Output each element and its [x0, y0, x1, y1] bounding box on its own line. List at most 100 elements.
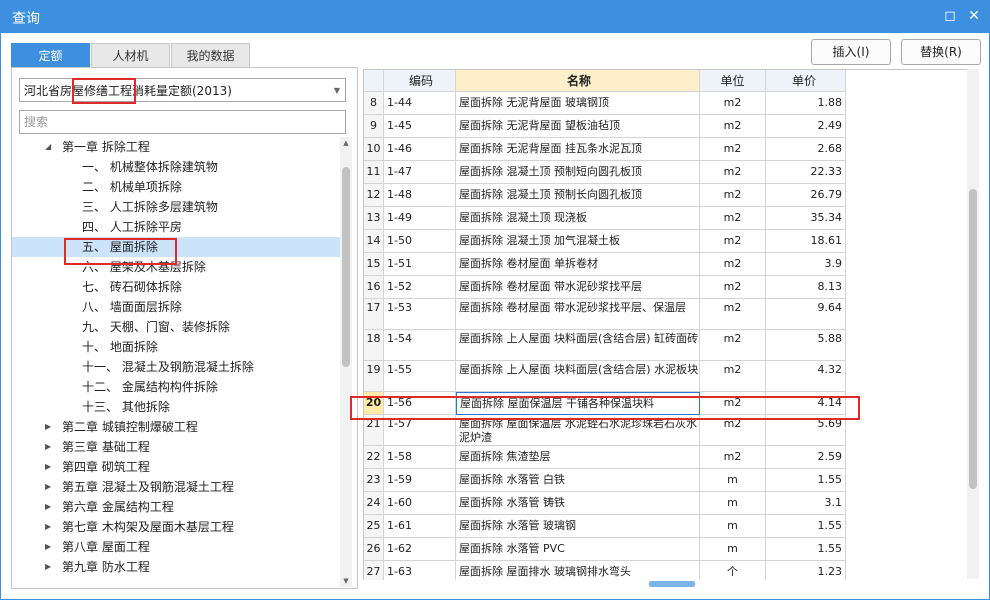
table-row[interactable]: 15 1-51 屋面拆除 卷材屋面 单拆卷材 m2 3.9: [364, 253, 846, 276]
scroll-down-icon[interactable]: ▼: [340, 575, 352, 587]
quota-code: 1-62: [384, 538, 456, 561]
tab-labor-material[interactable]: 人材机: [91, 43, 170, 69]
collapsed-triangle-icon[interactable]: ▶: [45, 557, 55, 577]
quota-unit: m2: [700, 276, 766, 299]
collapsed-triangle-icon[interactable]: ▶: [45, 437, 55, 457]
table-row[interactable]: 22 1-58 屋面拆除 焦渣垫层 m2 2.59: [364, 446, 846, 469]
quota-unit: m: [700, 515, 766, 538]
table-row[interactable]: 19 1-55 屋面拆除 上人屋面 块料面层(含结合层) 水泥板块 m2 4.32: [364, 361, 846, 392]
tab-my-data[interactable]: 我的数据: [171, 43, 250, 69]
quota-name: 屋面拆除 屋面保温层 干铺各种保温块料: [456, 392, 700, 415]
insert-button[interactable]: 插入(I): [811, 39, 891, 65]
collapsed-triangle-icon[interactable]: ▶: [45, 417, 55, 437]
quota-name: 屋面拆除 混凝土顶 预制长向圆孔板顶: [456, 184, 700, 207]
tree-item[interactable]: 九、 天棚、门窗、装修拆除: [12, 317, 340, 337]
tree-item[interactable]: 六、 屋架及木基层拆除: [12, 257, 340, 277]
tree-item[interactable]: ▶ 第三章 基础工程: [12, 437, 340, 457]
tree-item[interactable]: ▶ 第八章 屋面工程: [12, 537, 340, 557]
scroll-up-icon[interactable]: ▲: [340, 137, 352, 149]
tree-item[interactable]: ◢ 第一章 拆除工程: [12, 137, 340, 157]
col-header-price[interactable]: 单价: [766, 70, 846, 92]
collapsed-triangle-icon[interactable]: ▶: [45, 497, 55, 517]
quota-unit: m2: [700, 361, 766, 392]
quota-price: 9.64: [766, 299, 846, 330]
quota-code: 1-58: [384, 446, 456, 469]
tree-item[interactable]: ▶ 第七章 木构架及屋面木基层工程: [12, 517, 340, 537]
search-input[interactable]: [19, 110, 346, 134]
col-header-unit[interactable]: 单位: [700, 70, 766, 92]
restore-icon[interactable]: ◻: [940, 6, 960, 26]
table-scrollbar[interactable]: [967, 69, 979, 579]
table-row[interactable]: 16 1-52 屋面拆除 卷材屋面 带水泥砂浆找平层 m2 8.13: [364, 276, 846, 299]
quota-unit: m2: [700, 446, 766, 469]
quota-price: 3.9: [766, 253, 846, 276]
quota-name: 屋面拆除 卷材屋面 带水泥砂浆找平层: [456, 276, 700, 299]
tree-item[interactable]: ▶ 第四章 砌筑工程: [12, 457, 340, 477]
row-number: 15: [364, 253, 384, 276]
tree-item[interactable]: 五、 屋面拆除: [12, 237, 340, 257]
tree-item[interactable]: 十一、 混凝土及钢筋混凝土拆除: [12, 357, 340, 377]
collapsed-triangle-icon[interactable]: ▶: [45, 537, 55, 557]
quota-code: 1-45: [384, 115, 456, 138]
tree-scroll-thumb[interactable]: [342, 167, 350, 367]
library-select[interactable]: 河北省房屋修缮工程消耗量定额(2013) ▼: [19, 78, 346, 102]
quota-code: 1-47: [384, 161, 456, 184]
table-row[interactable]: 13 1-49 屋面拆除 混凝土顶 现浇板 m2 35.34: [364, 207, 846, 230]
table-row[interactable]: 27 1-63 屋面拆除 屋面排水 玻璃钢排水弯头个 1.23: [364, 561, 846, 580]
tree-item[interactable]: ▶ 第六章 金属结构工程: [12, 497, 340, 517]
table-row[interactable]: 12 1-48 屋面拆除 混凝土顶 预制长向圆孔板顶 m2 26.79: [364, 184, 846, 207]
tree-item-label: 四、 人工拆除平房: [82, 220, 182, 234]
tree-scrollbar[interactable]: ▲ ▼: [340, 137, 352, 587]
col-header-code[interactable]: 编码: [384, 70, 456, 92]
replace-button[interactable]: 替换(R): [901, 39, 981, 65]
tree-item-label: 七、 砖石砌体拆除: [82, 280, 182, 294]
quota-unit: m2: [700, 392, 766, 415]
quota-code: 1-44: [384, 92, 456, 115]
row-number: 23: [364, 469, 384, 492]
table-row[interactable]: 23 1-59 屋面拆除 水落管 白铁 m 1.55: [364, 469, 846, 492]
tree-item[interactable]: 十、 地面拆除: [12, 337, 340, 357]
table-row[interactable]: 21 1-57 屋面拆除 屋面保温层 水泥蛭石水泥珍珠岩石灰水泥炉渣 m2 5.69: [364, 415, 846, 446]
tree-item[interactable]: 十三、 其他拆除: [12, 397, 340, 417]
tree-item[interactable]: ▶ 第九章 防水工程: [12, 557, 340, 577]
table-row[interactable]: 26 1-62 屋面拆除 水落管 PVC m 1.55: [364, 538, 846, 561]
tree-item[interactable]: 四、 人工拆除平房: [12, 217, 340, 237]
row-number: 11: [364, 161, 384, 184]
close-icon[interactable]: ✕: [964, 6, 984, 26]
quota-name: 屋面拆除 上人屋面 块料面层(含结合层) 水泥板块: [456, 361, 700, 392]
tab-quota[interactable]: 定额: [11, 43, 90, 69]
tree-item[interactable]: 八、 墙面面层拆除: [12, 297, 340, 317]
table-row[interactable]: 11 1-47 屋面拆除 混凝土顶 预制短向圆孔板顶 m2 22.33: [364, 161, 846, 184]
table-row[interactable]: 9 1-45 屋面拆除 无泥背屋面 望板油毡顶 m2 2.49: [364, 115, 846, 138]
table-row[interactable]: 14 1-50 屋面拆除 混凝土顶 加气混凝土板 m2 18.61: [364, 230, 846, 253]
window-title: 查询: [12, 11, 40, 27]
collapse-handle[interactable]: [649, 581, 695, 587]
table-row[interactable]: 25 1-61 屋面拆除 水落管 玻璃钢 m 1.55: [364, 515, 846, 538]
tree-item[interactable]: ▶ 第二章 城镇控制爆破工程: [12, 417, 340, 437]
collapsed-triangle-icon[interactable]: ▶: [45, 517, 55, 537]
table-row[interactable]: 8 1-44 屋面拆除 无泥背屋面 玻璃钢顶 m2 1.88: [364, 92, 846, 115]
tree-item-label: 十三、 其他拆除: [82, 400, 170, 414]
col-header-name[interactable]: 名称: [456, 70, 700, 92]
tree-item[interactable]: 二、 机械单项拆除: [12, 177, 340, 197]
row-number: 12: [364, 184, 384, 207]
tree-item[interactable]: 一、 机械整体拆除建筑物: [12, 157, 340, 177]
expanded-triangle-icon[interactable]: ◢: [45, 137, 55, 157]
tree-item[interactable]: ▶ 第五章 混凝土及钢筋混凝土工程: [12, 477, 340, 497]
table-row[interactable]: 10 1-46 屋面拆除 无泥背屋面 挂瓦条水泥瓦顶 m2 2.68: [364, 138, 846, 161]
tree-item-label: 第三章 基础工程: [62, 440, 150, 454]
collapsed-triangle-icon[interactable]: ▶: [45, 477, 55, 497]
table-row[interactable]: 24 1-60 屋面拆除 水落管 铸铁 m 3.1: [364, 492, 846, 515]
table-row[interactable]: 17 1-53 屋面拆除 卷材屋面 带水泥砂浆找平层、保温层 m2 9.64: [364, 299, 846, 330]
collapsed-triangle-icon[interactable]: ▶: [45, 457, 55, 477]
table-row[interactable]: 18 1-54 屋面拆除 上人屋面 块料面层(含结合层) 缸砖面砖 m2 5.88: [364, 330, 846, 361]
tree-item[interactable]: 七、 砖石砌体拆除: [12, 277, 340, 297]
col-header-no[interactable]: [364, 70, 384, 92]
quota-price: 1.88: [766, 92, 846, 115]
tree-item[interactable]: 三、 人工拆除多层建筑物: [12, 197, 340, 217]
quota-tree: ◢ 第一章 拆除工程 一、 机械整体拆除建筑物 二、 机械单项拆除 三、 人工拆除多层建…: [12, 137, 342, 587]
table-scroll-thumb[interactable]: [969, 189, 977, 489]
quota-price: 4.14: [766, 392, 846, 415]
tree-item[interactable]: 十二、 金属结构构件拆除: [12, 377, 340, 397]
table-row[interactable]: 20 1-56 屋面拆除 屋面保温层 干铺各种保温块料 m2 4.14: [364, 392, 846, 415]
